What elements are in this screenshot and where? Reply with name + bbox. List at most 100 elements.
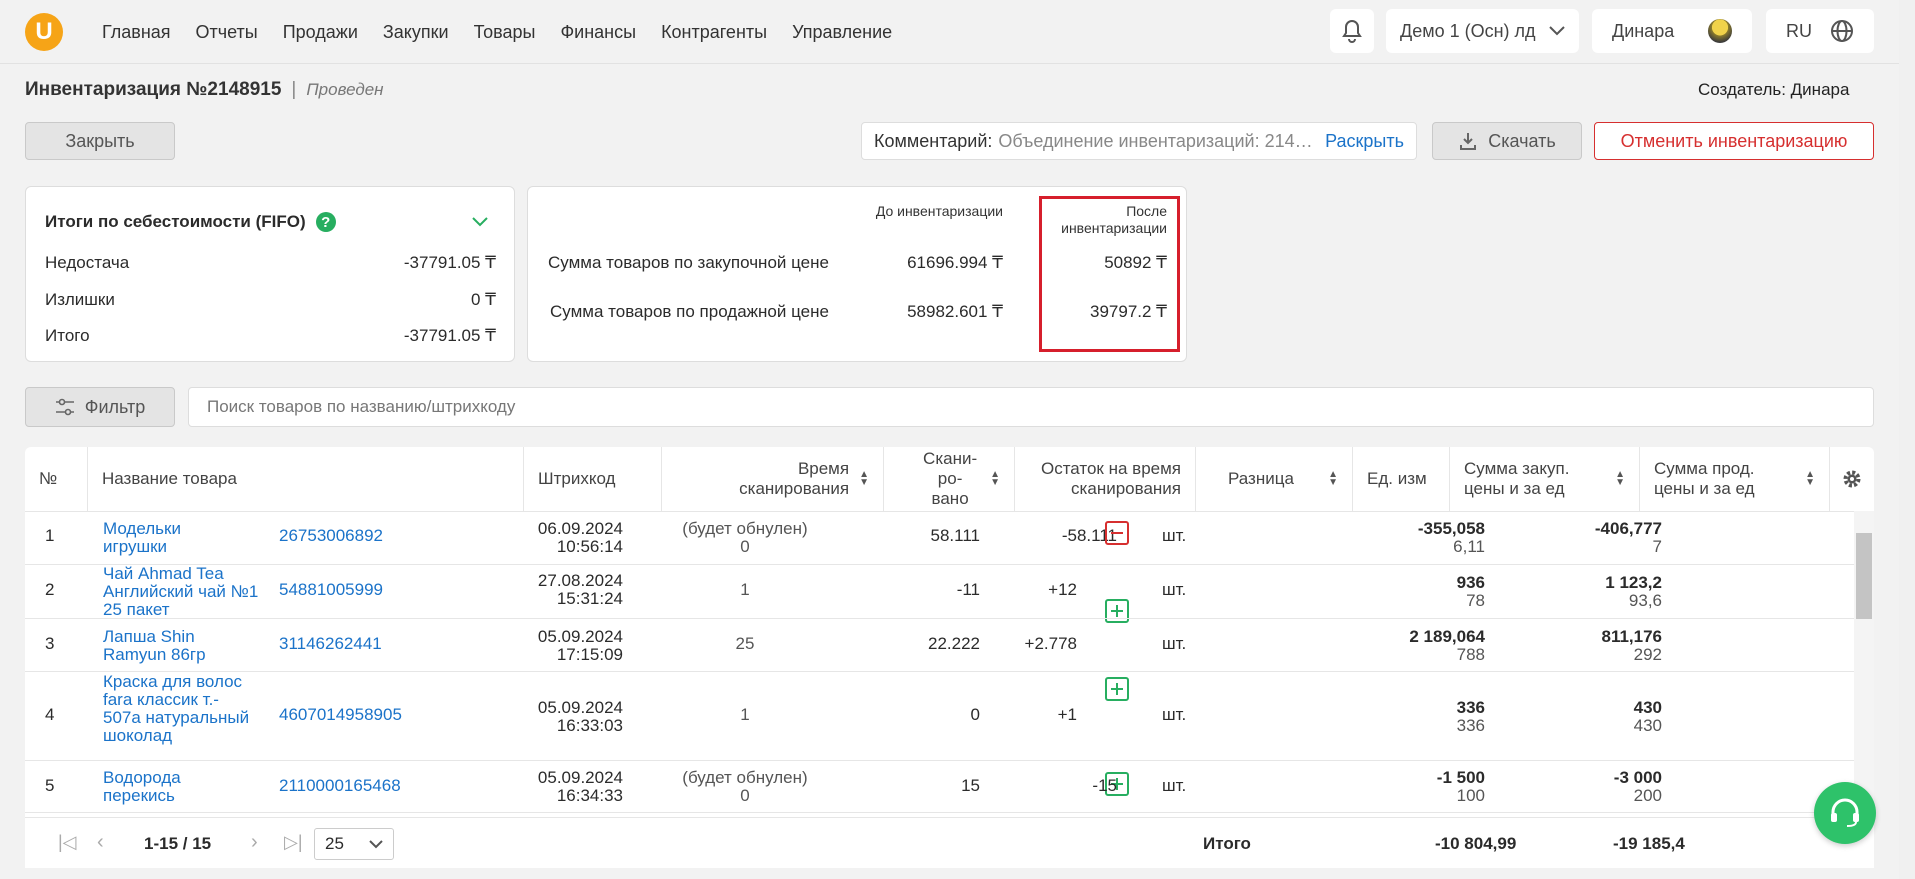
- help-icon[interactable]: ?: [315, 212, 336, 232]
- last-page-icon[interactable]: ▷|: [284, 832, 303, 853]
- page-scrollbar[interactable]: [1899, 0, 1915, 879]
- column-header-diff[interactable]: Разница ▲ ▼: [1196, 447, 1353, 512]
- nav-item-contractors[interactable]: Контрагенты: [661, 22, 767, 43]
- sort-icon[interactable]: ▲ ▼: [1328, 470, 1338, 488]
- nav-item-reports[interactable]: Отчеты: [196, 22, 258, 43]
- nav-item-management[interactable]: Управление: [792, 22, 892, 43]
- unit-value: шт.: [1162, 776, 1187, 795]
- product-name-link[interactable]: Краска для волос fara классик т.- 507а н…: [103, 673, 253, 745]
- inventory-table: № Название товара Штрихкод Время сканиро…: [25, 447, 1874, 868]
- unit-value: шт.: [1162, 705, 1187, 724]
- title-separator: |: [291, 79, 297, 100]
- column-header-scanned[interactable]: Скани-ро-вано ▲ ▼: [884, 447, 1015, 512]
- product-name-link[interactable]: Модельки игрушки: [103, 520, 213, 556]
- sort-icon[interactable]: ▲ ▼: [859, 470, 869, 488]
- sum-purchase-unit: 100: [1456, 786, 1485, 805]
- cancel-inventory-button[interactable]: Отменить инвентаризацию: [1594, 122, 1874, 160]
- row-divider: [25, 564, 1855, 565]
- support-chat-button[interactable]: [1814, 782, 1876, 844]
- nav-item-home[interactable]: Главная: [102, 22, 171, 43]
- column-header-num: №: [25, 447, 88, 512]
- search-input[interactable]: Поиск товаров по названию/штрихкоду: [188, 387, 1874, 427]
- totals-label: Итого: [1203, 834, 1251, 853]
- nav-item-purchases[interactable]: Закупки: [383, 22, 449, 43]
- fifo-row-total: Итого -37791.05 ₸: [45, 326, 496, 346]
- sort-icon[interactable]: ▲ ▼: [1805, 470, 1815, 488]
- creator-label: Создатель: Динара: [1698, 80, 1850, 99]
- expand-comment-link[interactable]: Раскрыть: [1325, 131, 1404, 152]
- total-purchase-sum: -10 804,99: [1435, 834, 1517, 853]
- scanned-value: 1: [740, 705, 750, 724]
- barcode-link[interactable]: 26753006892: [279, 527, 383, 545]
- status-badge: Проведен: [306, 80, 384, 99]
- column-label: Время сканирования: [739, 459, 850, 498]
- scan-date: 05.09.2024 16:33:03: [505, 699, 623, 735]
- column-header-barcode[interactable]: Штрихкод: [524, 447, 662, 512]
- column-header-name[interactable]: Название товара: [88, 447, 524, 512]
- scan-date-value: 27.08.2024: [537, 571, 623, 590]
- sum-sale-total: 811,176: [1601, 627, 1662, 646]
- table-scrollbar-thumb[interactable]: [1856, 533, 1872, 619]
- filter-button[interactable]: Фильтр: [25, 387, 175, 427]
- sum-sale-unit: 430: [1633, 716, 1662, 735]
- download-button[interactable]: Скачать: [1432, 122, 1582, 160]
- stock-value: 58.111: [930, 526, 980, 545]
- column-header-sum-purchase[interactable]: Сумма закуп. цены и за ед ▲ ▼: [1450, 447, 1640, 512]
- scan-time-value: 17:15:09: [556, 645, 623, 664]
- fifo-row-surplus: Излишки 0 ₸: [45, 290, 496, 310]
- stock-value: 15: [961, 776, 980, 795]
- settings-button[interactable]: [1830, 447, 1874, 512]
- column-header-unit[interactable]: Ед. изм: [1353, 447, 1450, 512]
- nav-item-products[interactable]: Товары: [474, 22, 536, 43]
- first-page-icon[interactable]: |◁: [58, 832, 77, 853]
- prev-page-icon[interactable]: ‹: [97, 831, 104, 854]
- scanned-line2: 0: [740, 786, 750, 805]
- product-name-link[interactable]: Чай Ahmad Tea Английский чай №1 25 пакет: [103, 565, 263, 619]
- barcode-link[interactable]: 54881005999: [279, 581, 383, 599]
- row-num: 5: [45, 776, 55, 795]
- barcode-link[interactable]: 31146262441: [279, 635, 382, 653]
- headset-icon: [1831, 798, 1859, 827]
- user-menu[interactable]: Динара: [1592, 9, 1752, 53]
- table-footer: |◁ ‹ 1-15 / 15 › ▷| 25 Итого -10 804,99 …: [25, 817, 1874, 868]
- plus-square-icon[interactable]: [1105, 677, 1129, 701]
- column-label: Сумма прод. цены и за ед: [1654, 459, 1755, 498]
- column-header-time[interactable]: Время сканирования ▲ ▼: [662, 447, 884, 512]
- fifo-row-value: 0 ₸: [471, 290, 496, 309]
- scan-date-value: 05.09.2024: [537, 698, 623, 717]
- column-header-sum-sale[interactable]: Сумма прод. цены и за ед ▲ ▼: [1640, 447, 1830, 512]
- fifo-summary-card: Итоги по себестоимости (FIFO) ? Недостач…: [25, 186, 515, 362]
- company-select[interactable]: Демо 1 (Осн) лд: [1386, 9, 1579, 53]
- scanned-line1: (будет обнулен): [682, 768, 808, 787]
- sort-icon[interactable]: ▲ ▼: [990, 470, 1000, 488]
- app-logo[interactable]: U: [25, 13, 63, 51]
- product-name-link[interactable]: Водорода перекись: [103, 769, 213, 805]
- scan-time-value: 10:56:14: [556, 537, 623, 556]
- scanned-value: 1: [740, 580, 750, 599]
- fifo-row-label: Итого: [45, 326, 90, 345]
- close-button[interactable]: Закрыть: [25, 122, 175, 160]
- sort-icon[interactable]: ▲ ▼: [1615, 470, 1625, 488]
- sliders-icon: [55, 398, 74, 416]
- stock-value: 0: [970, 705, 980, 724]
- nav-item-sales[interactable]: Продажи: [283, 22, 358, 43]
- sum-purchase-unit: 6,11: [1453, 537, 1485, 556]
- nav-item-finance[interactable]: Финансы: [560, 22, 636, 43]
- page-size-select[interactable]: 25: [314, 828, 394, 860]
- page-size-value: 25: [325, 834, 344, 853]
- barcode-link[interactable]: 4607014958905: [279, 706, 402, 724]
- plus-square-icon[interactable]: [1105, 599, 1129, 623]
- fifo-row-label: Недостача: [45, 253, 130, 272]
- barcode-link[interactable]: 2110000165468: [279, 777, 401, 795]
- column-header-stock[interactable]: Остаток на время сканирования: [1015, 447, 1196, 512]
- fifo-header: Итоги по себестоимости (FIFO) ?: [45, 212, 336, 232]
- row-num: 1: [45, 526, 55, 545]
- next-page-icon[interactable]: ›: [251, 831, 258, 854]
- product-name-link[interactable]: Лапша Shin Ramyun 86гр: [103, 628, 213, 664]
- minus-square-icon[interactable]: [1105, 521, 1129, 545]
- row-num: 3: [45, 634, 55, 653]
- chevron-down-icon[interactable]: [472, 217, 488, 227]
- language-select[interactable]: RU: [1766, 9, 1874, 53]
- sum-purchase-total: 336: [1456, 698, 1485, 717]
- notifications-button[interactable]: [1330, 9, 1374, 53]
